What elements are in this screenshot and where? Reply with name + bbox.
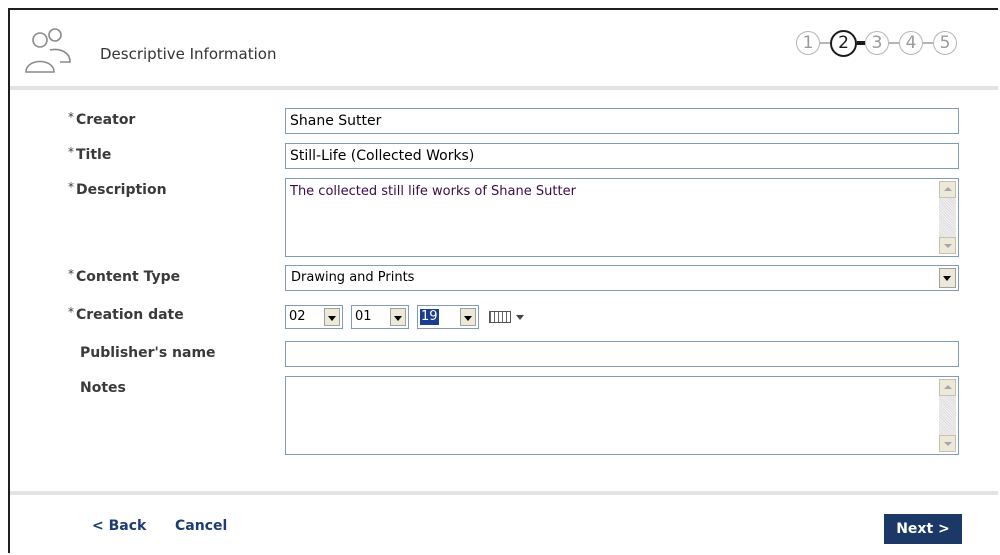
cancel-link[interactable]: Cancel xyxy=(175,518,227,534)
month-select[interactable]: 02 xyxy=(285,305,343,329)
content-type-label: * Content Type xyxy=(68,267,181,285)
title-field[interactable] xyxy=(285,143,959,169)
creator-label: * Creator xyxy=(68,110,136,128)
step-4: 4 xyxy=(899,31,923,55)
step-connector xyxy=(889,42,899,44)
publisher-name-label: Publisher's name xyxy=(80,345,216,361)
step-1: 1 xyxy=(796,31,820,55)
description-label: * Description xyxy=(68,180,167,198)
publisher-name-field[interactable] xyxy=(285,341,959,367)
required-marker: * xyxy=(68,267,74,281)
chevron-down-icon xyxy=(516,315,524,320)
scroll-down-button[interactable] xyxy=(939,435,956,452)
year-select[interactable]: 19 xyxy=(417,305,479,329)
content-type-value: Drawing and Prints xyxy=(291,270,415,285)
content-type-label-text: Content Type xyxy=(76,269,181,285)
scroll-up-button[interactable] xyxy=(939,379,956,396)
chevron-down-icon[interactable] xyxy=(939,268,956,288)
calendar-picker-button[interactable] xyxy=(485,305,529,329)
calendar-icon xyxy=(489,311,511,323)
creation-date-label: * Creation date xyxy=(68,305,184,323)
step-3: 3 xyxy=(865,31,889,55)
creation-date-label-text: Creation date xyxy=(76,307,184,323)
notes-label: Notes xyxy=(80,380,126,396)
scroll-down-button[interactable] xyxy=(939,237,956,254)
creator-label-text: Creator xyxy=(76,112,136,128)
description-label-text: Description xyxy=(76,182,167,198)
step-indicator: 1 2 3 4 5 xyxy=(796,29,957,57)
description-field[interactable]: The collected still life works of Shane … xyxy=(285,178,959,257)
notes-scrollbar[interactable] xyxy=(939,379,956,452)
chevron-down-icon[interactable] xyxy=(324,308,340,326)
page-title: Descriptive Information xyxy=(100,45,277,63)
required-marker: * xyxy=(68,145,74,159)
description-scrollbar[interactable] xyxy=(939,181,956,254)
content-type-select[interactable]: Drawing and Prints xyxy=(285,265,959,291)
step-5: 5 xyxy=(933,31,957,55)
creator-field[interactable] xyxy=(285,108,959,134)
title-label: * Title xyxy=(68,145,112,163)
description-text: The collected still life works of Shane … xyxy=(290,184,576,199)
year-value: 19 xyxy=(420,309,439,325)
month-value: 02 xyxy=(289,309,306,324)
scroll-track[interactable] xyxy=(939,396,956,435)
title-label-text: Title xyxy=(76,147,112,163)
wizard-header: Descriptive Information 1 2 3 4 5 xyxy=(10,10,998,86)
day-select[interactable]: 01 xyxy=(351,305,409,329)
users-icon xyxy=(25,28,71,73)
chevron-down-icon[interactable] xyxy=(460,308,476,326)
notes-field[interactable] xyxy=(285,376,959,455)
scroll-up-button[interactable] xyxy=(939,181,956,198)
back-link[interactable]: < Back xyxy=(92,518,146,534)
footer-divider xyxy=(10,491,998,495)
step-2-current: 2 xyxy=(830,29,857,57)
required-marker: * xyxy=(68,305,74,319)
scroll-track[interactable] xyxy=(939,198,956,237)
chevron-down-icon[interactable] xyxy=(390,308,406,326)
next-button[interactable]: Next > xyxy=(884,514,962,544)
day-value: 01 xyxy=(355,309,372,324)
required-marker: * xyxy=(68,180,74,194)
step-connector xyxy=(923,42,933,44)
header-divider xyxy=(10,86,998,90)
step-connector xyxy=(820,42,830,44)
required-marker: * xyxy=(68,110,74,124)
step-connector xyxy=(857,41,865,45)
